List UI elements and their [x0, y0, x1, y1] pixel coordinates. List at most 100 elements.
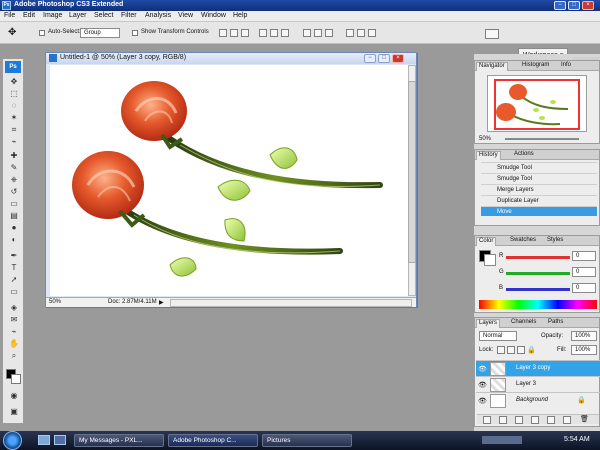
navigator-view-box[interactable] — [494, 79, 580, 130]
distribute-top-icon[interactable] — [303, 29, 311, 37]
layer-name[interactable]: Layer 3 copy — [516, 365, 550, 371]
tab-layers[interactable]: Layers — [476, 319, 501, 328]
layer-mask-icon[interactable] — [515, 416, 523, 424]
menu-analysis[interactable]: Analysis — [145, 12, 171, 19]
distribute-center-icon[interactable] — [357, 29, 365, 37]
layer-style-icon[interactable] — [499, 416, 507, 424]
quick-launch-icon[interactable] — [54, 435, 66, 445]
navigator-zoom-slider[interactable] — [505, 138, 579, 140]
menu-filter[interactable]: Filter — [121, 12, 137, 19]
menu-select[interactable]: Select — [94, 12, 113, 19]
new-group-icon[interactable] — [547, 416, 555, 424]
color-background-swatch[interactable] — [484, 254, 496, 266]
history-item[interactable]: Smudge Tool — [481, 162, 597, 172]
align-right-icon[interactable] — [281, 29, 289, 37]
doc-restore-icon[interactable]: □ — [378, 54, 390, 63]
healing-brush-icon[interactable]: ✚ — [7, 151, 21, 161]
3d-tool-icon[interactable]: ◈ — [7, 303, 21, 313]
lock-position-icon[interactable] — [517, 346, 525, 354]
align-top-icon[interactable] — [219, 29, 227, 37]
eye-icon[interactable]: 👁 — [478, 381, 487, 389]
tab-navigator[interactable]: Navigator — [476, 62, 508, 71]
layer-row[interactable]: 👁 Layer 3 copy — [476, 360, 600, 376]
color-b-value[interactable]: 0 — [572, 283, 596, 293]
color-ramp[interactable] — [479, 300, 597, 309]
tab-swatches[interactable]: Swatches — [508, 237, 538, 243]
tab-paths[interactable]: Paths — [546, 319, 565, 325]
color-g-slider[interactable] — [506, 272, 570, 275]
layer-name[interactable]: Layer 3 — [516, 381, 536, 387]
vertical-scroll-thumb[interactable] — [408, 81, 416, 263]
history-brush-icon[interactable]: ↺ — [7, 187, 21, 197]
shape-tool-icon[interactable]: ▭ — [7, 287, 21, 297]
taskbar-item[interactable]: My Messages - PXL... — [74, 434, 164, 447]
zoom-tool-icon[interactable]: ⌕ — [7, 351, 21, 361]
crop-tool-icon[interactable]: ⌗ — [7, 125, 21, 135]
taskbar-item-active[interactable]: Adobe Photoshop C... — [168, 434, 258, 447]
layer-row[interactable]: 👁 Background 🔒 — [476, 392, 600, 408]
clock[interactable]: 5:54 AM — [564, 436, 590, 443]
new-layer-icon[interactable] — [563, 416, 571, 424]
minimize-icon[interactable]: − — [554, 1, 566, 10]
history-item[interactable]: Merge Layers — [481, 184, 597, 194]
restore-icon[interactable]: □ — [568, 1, 580, 10]
menu-layer[interactable]: Layer — [69, 12, 87, 19]
auto-select-dropdown[interactable]: Group — [80, 28, 120, 38]
color-r-value[interactable]: 0 — [572, 251, 596, 261]
link-layers-icon[interactable] — [483, 416, 491, 424]
history-item[interactable]: Smudge Tool — [481, 173, 597, 183]
tab-styles[interactable]: Styles — [545, 237, 565, 243]
trash-icon[interactable]: 🗑 — [580, 415, 589, 423]
brush-tool-icon[interactable]: ✎ — [7, 163, 21, 173]
zoom-level[interactable]: 50% — [49, 299, 61, 305]
type-tool-icon[interactable]: T — [7, 263, 21, 273]
dodge-tool-icon[interactable]: ◐ — [7, 235, 21, 245]
lock-icon[interactable]: 🔒 — [527, 346, 536, 354]
align-left-icon[interactable] — [259, 29, 267, 37]
tab-color[interactable]: Color — [476, 237, 497, 246]
menu-image[interactable]: Image — [43, 12, 62, 19]
notes-tool-icon[interactable]: ✉ — [7, 315, 21, 325]
close-icon[interactable]: × — [582, 1, 594, 10]
pen-tool-icon[interactable]: ✒ — [7, 251, 21, 261]
eye-icon[interactable]: 👁 — [478, 365, 487, 373]
tab-actions[interactable]: Actions — [512, 151, 536, 157]
adjustment-layer-icon[interactable] — [531, 416, 539, 424]
status-arrow-icon[interactable]: ▶ — [159, 299, 164, 306]
eyedropper-icon[interactable]: ⌁ — [7, 137, 21, 147]
auto-select-checkbox[interactable] — [39, 30, 45, 36]
show-transform-checkbox[interactable] — [132, 30, 138, 36]
clone-stamp-icon[interactable]: ⎈ — [7, 175, 21, 185]
background-color-swatch[interactable] — [11, 374, 21, 384]
quick-mask-icon[interactable]: ◉ — [7, 391, 21, 401]
align-middle-icon[interactable] — [230, 29, 238, 37]
lock-image-icon[interactable] — [507, 346, 515, 354]
eraser-tool-icon[interactable]: ▭ — [7, 199, 21, 209]
hand-tool-icon[interactable]: ✋ — [7, 339, 21, 349]
path-selection-icon[interactable]: ➚ — [7, 275, 21, 285]
blend-mode-dropdown[interactable]: Normal — [479, 331, 517, 341]
align-bottom-icon[interactable] — [241, 29, 249, 37]
doc-minimize-icon[interactable]: − — [364, 54, 376, 63]
align-center-icon[interactable] — [270, 29, 278, 37]
marquee-tool-icon[interactable]: ⬚ — [7, 89, 21, 99]
opacity-value[interactable]: 100% — [571, 331, 597, 341]
menu-window[interactable]: Window — [201, 12, 226, 19]
magic-wand-icon[interactable]: ✶ — [7, 113, 21, 123]
menu-file[interactable]: File — [4, 12, 15, 19]
taskbar-item[interactable]: Pictures — [262, 434, 352, 447]
fill-value[interactable]: 100% — [571, 345, 597, 355]
color-r-slider[interactable] — [506, 256, 570, 259]
layer-row[interactable]: 👁 Layer 3 — [476, 376, 600, 392]
doc-close-icon[interactable]: × — [392, 54, 404, 63]
lock-transparent-icon[interactable] — [497, 346, 505, 354]
bridge-icon[interactable] — [485, 29, 499, 39]
gradient-tool-icon[interactable]: ▤ — [7, 211, 21, 221]
eyedropper-2-icon[interactable]: ⌁ — [7, 327, 21, 337]
layer-name[interactable]: Background — [516, 397, 548, 403]
move-tool-icon[interactable]: ✥ — [7, 77, 21, 87]
start-button[interactable] — [3, 431, 22, 450]
navigator-preview[interactable] — [487, 75, 587, 132]
history-item[interactable]: Duplicate Layer — [481, 195, 597, 205]
tab-info[interactable]: Info — [559, 62, 573, 68]
